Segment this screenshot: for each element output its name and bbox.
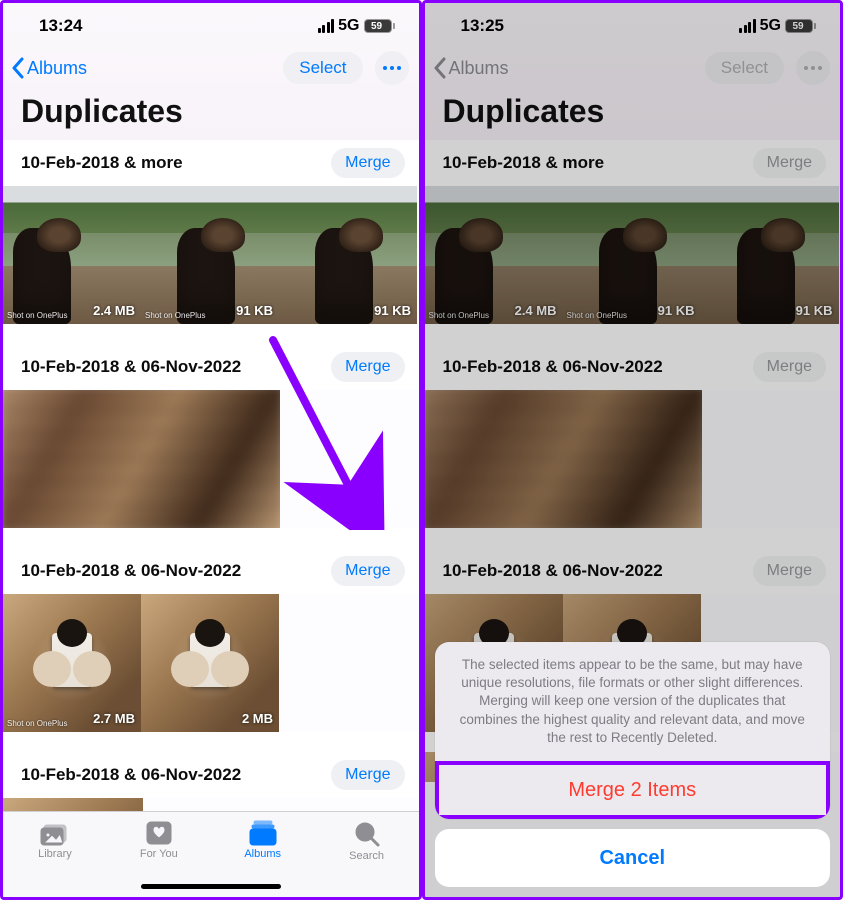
- action-sheet: The selected items appear to be the same…: [435, 642, 831, 887]
- status-time: 13:24: [39, 16, 82, 36]
- page-title: Duplicates: [425, 91, 841, 140]
- watermark: Shot on OnePlus: [429, 311, 489, 320]
- thumbnail[interactable]: [3, 798, 143, 811]
- foryou-icon: [145, 820, 173, 846]
- merge-button: Merge: [753, 148, 826, 178]
- thumbnail: Shot on OnePlus 2.4 MB: [425, 186, 563, 324]
- cancel-button[interactable]: Cancel: [435, 829, 831, 887]
- file-size: 91 KB: [796, 303, 833, 318]
- tab-library[interactable]: Library: [15, 820, 95, 897]
- page-title: Duplicates: [3, 91, 419, 140]
- file-size: 91 KB: [658, 303, 695, 318]
- signal-icon: [739, 19, 756, 33]
- watermark: Shot on OnePlus: [7, 719, 67, 728]
- action-sheet-message: The selected items appear to be the same…: [435, 642, 831, 761]
- signal-icon: [318, 19, 335, 33]
- thumbnail[interactable]: 2 MB: [141, 594, 279, 732]
- group-title: 10-Feb-2018 & more: [443, 153, 605, 173]
- group-title: 10-Feb-2018 & more: [21, 153, 183, 173]
- network-label: 5G: [338, 17, 359, 35]
- ellipsis-icon: [383, 66, 401, 70]
- status-right: 5G 59: [739, 17, 816, 35]
- merge-button[interactable]: Merge: [331, 148, 404, 178]
- group-title: 10-Feb-2018 & 06-Nov-2022: [21, 357, 241, 377]
- tab-label: Albums: [244, 848, 281, 860]
- tab-search[interactable]: Search: [327, 820, 407, 897]
- thumbnail: Shot on OnePlus 91 KB: [563, 186, 701, 324]
- nav-bar: Albums Select: [425, 49, 841, 91]
- select-button[interactable]: Select: [283, 52, 362, 84]
- thumbnail: [425, 390, 702, 528]
- duplicate-group: 10-Feb-2018 & 06-Nov-2022 Merge: [3, 344, 419, 528]
- status-bar: 13:24 5G 59: [3, 3, 419, 49]
- tab-bar: Library For You Albums Search: [3, 811, 419, 897]
- watermark: Shot on OnePlus: [145, 311, 205, 320]
- status-right: 5G 59: [318, 17, 395, 35]
- back-button[interactable]: Albums: [11, 57, 87, 79]
- duplicate-group: 10-Feb-2018 & more Merge Shot on OnePlus…: [3, 140, 419, 324]
- group-title: 10-Feb-2018 & 06-Nov-2022: [443, 561, 663, 581]
- status-time: 13:25: [461, 16, 504, 36]
- watermark: Shot on OnePlus: [7, 311, 67, 320]
- phone-right: 13:25 5G 59 Albums Select Duplicates 10-…: [422, 0, 843, 900]
- duplicate-group: 10-Feb-2018 & 06-Nov-2022 Merge Shot on …: [3, 548, 419, 732]
- thumbnail: 91 KB: [701, 186, 839, 324]
- thumbnail[interactable]: Shot on OnePlus 91 KB: [141, 186, 279, 324]
- duplicate-group: 10-Feb-2018 & more Merge Shot on OnePlus…: [425, 140, 841, 324]
- merge-button[interactable]: Merge: [331, 760, 404, 790]
- file-size: 2 MB: [242, 711, 273, 726]
- file-size: 91 KB: [374, 303, 411, 318]
- merge-button: Merge: [753, 556, 826, 586]
- file-size: 2.4 MB: [515, 303, 557, 318]
- back-label: Albums: [27, 58, 87, 79]
- group-title: 10-Feb-2018 & 06-Nov-2022: [21, 765, 241, 785]
- more-button[interactable]: [375, 51, 409, 85]
- file-size: 2.7 MB: [93, 711, 135, 726]
- status-bar: 13:25 5G 59: [425, 3, 841, 49]
- tab-label: For You: [140, 848, 178, 860]
- tab-label: Library: [38, 848, 72, 860]
- watermark: Shot on OnePlus: [567, 311, 627, 320]
- select-button: Select: [705, 52, 784, 84]
- phone-left: 13:24 5G 59 Albums Select Duplicates 10-…: [0, 0, 422, 900]
- search-icon: [353, 820, 381, 848]
- merge-button[interactable]: Merge: [331, 352, 404, 382]
- thumbnail[interactable]: 91 KB: [279, 186, 417, 324]
- battery-icon: 59: [785, 19, 816, 33]
- ellipsis-icon: [804, 66, 822, 70]
- file-size: 2.4 MB: [93, 303, 135, 318]
- duplicate-group: 10-Feb-2018 & 06-Nov-2022 Merge: [425, 344, 841, 528]
- thumbnail[interactable]: Shot on OnePlus 2.7 MB: [3, 594, 141, 732]
- library-icon: [40, 820, 70, 846]
- tab-label: Search: [349, 850, 384, 862]
- chevron-left-icon: [11, 57, 25, 79]
- duplicate-group: 10-Feb-2018 & 06-Nov-2022 Merge: [3, 752, 419, 811]
- thumbnail[interactable]: [3, 390, 280, 528]
- more-button: [796, 51, 830, 85]
- albums-icon: [248, 820, 278, 846]
- group-title: 10-Feb-2018 & 06-Nov-2022: [21, 561, 241, 581]
- back-label: Albums: [449, 58, 509, 79]
- home-indicator[interactable]: [141, 884, 281, 889]
- chevron-left-icon: [433, 57, 447, 79]
- nav-bar: Albums Select: [3, 49, 419, 91]
- content[interactable]: 10-Feb-2018 & more Merge Shot on OnePlus…: [3, 140, 419, 811]
- merge-button[interactable]: Merge: [331, 556, 404, 586]
- thumbnail[interactable]: Shot on OnePlus 2.4 MB: [3, 186, 141, 324]
- battery-icon: 59: [364, 19, 395, 33]
- merge-items-button[interactable]: Merge 2 Items: [435, 761, 831, 819]
- group-title: 10-Feb-2018 & 06-Nov-2022: [443, 357, 663, 377]
- network-label: 5G: [760, 17, 781, 35]
- back-button: Albums: [433, 57, 509, 79]
- file-size: 91 KB: [236, 303, 273, 318]
- merge-button: Merge: [753, 352, 826, 382]
